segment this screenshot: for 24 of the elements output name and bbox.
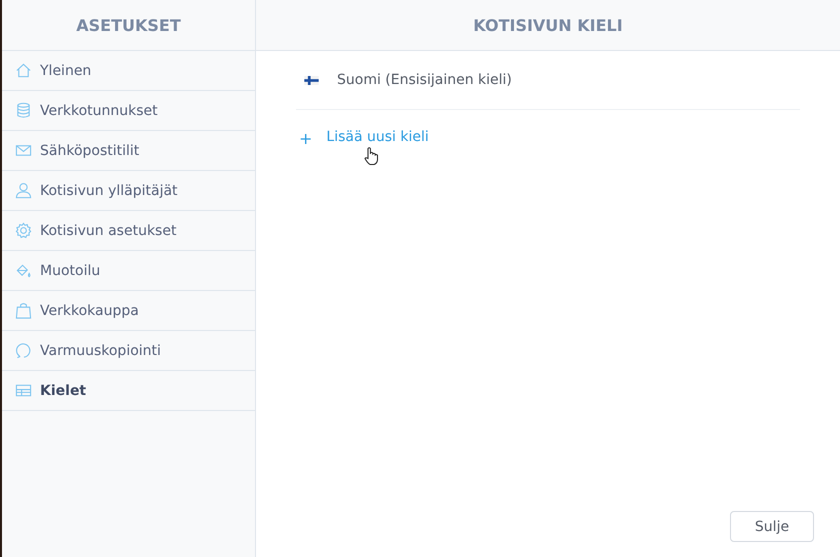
gear-icon	[15, 222, 32, 239]
add-language-link[interactable]: + Lisää uusi kieli	[296, 128, 429, 148]
sidebar-item[interactable]: Sähköpostitilit	[2, 131, 255, 171]
sidebar-item[interactable]: Verkkotunnukset	[2, 91, 255, 131]
close-button[interactable]: Sulje	[730, 511, 814, 542]
sidebar-item[interactable]: Varmuuskopiointi	[2, 331, 255, 371]
sidebar-item[interactable]: Kielet	[2, 371, 255, 411]
language-name: Suomi (Ensisijainen kieli)	[337, 72, 512, 88]
hand-cursor-icon	[363, 146, 379, 166]
database-icon	[15, 102, 32, 119]
page-title: KOTISIVUN KIELI	[473, 16, 623, 34]
home-icon	[15, 62, 32, 79]
paint-bucket-icon	[15, 262, 32, 279]
sidebar-item[interactable]: Yleinen	[2, 51, 255, 91]
sidebar-item[interactable]: Muotoilu	[2, 251, 255, 291]
refresh-icon	[15, 342, 32, 359]
sidebar-item[interactable]: Kotisivun ylläpitäjät	[2, 171, 255, 211]
shopping-bag-icon	[15, 302, 32, 319]
user-icon	[15, 182, 32, 199]
sidebar-title: ASETUKSET	[76, 16, 181, 34]
layout-icon	[15, 382, 32, 399]
sidebar-item[interactable]: Verkkokauppa	[2, 291, 255, 331]
flag-icon	[304, 76, 319, 84]
sidebar-item[interactable]: Kotisivun asetukset	[2, 211, 255, 251]
